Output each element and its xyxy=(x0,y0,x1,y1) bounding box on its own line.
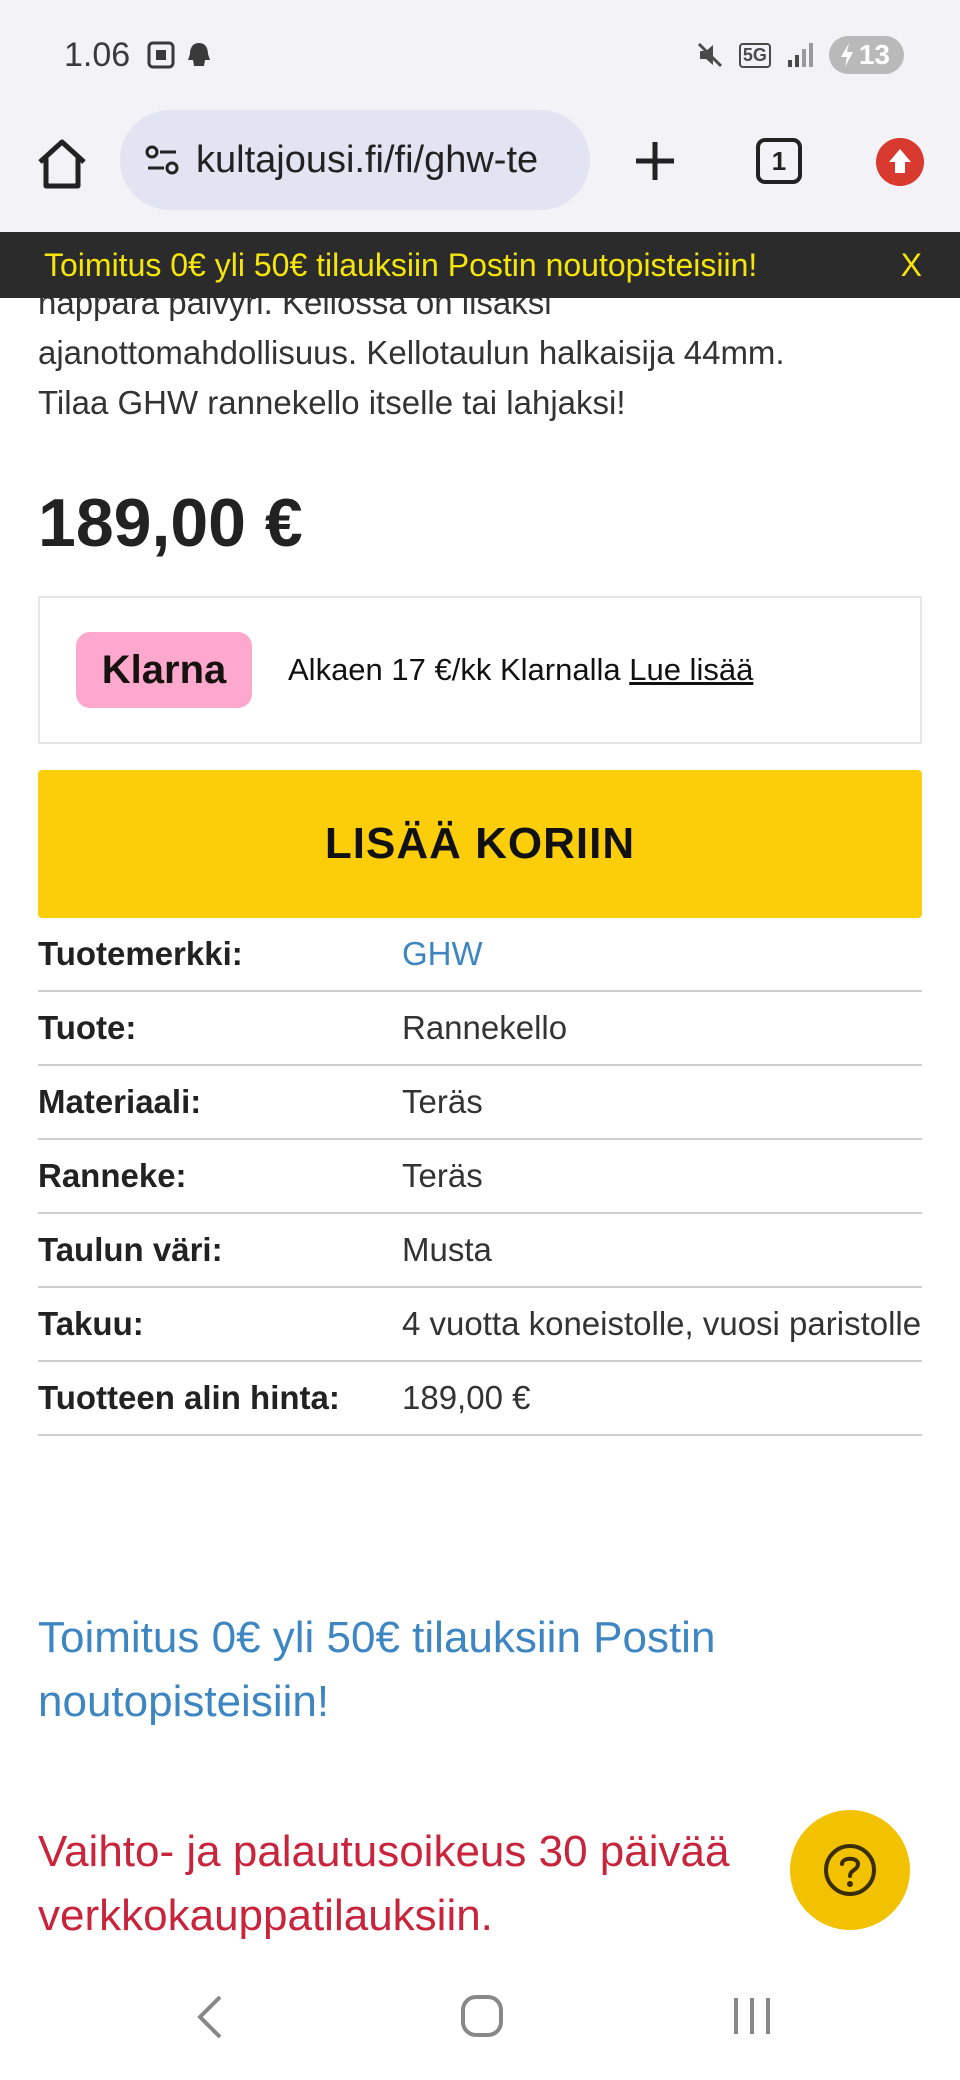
browser-toolbar: kultajousi.fi/fi/ghw-te 1 xyxy=(0,108,960,232)
network-5g-icon: 5G xyxy=(738,42,771,68)
product-price: 189,00 € xyxy=(38,485,303,561)
promo-banner-text: Toimitus 0€ yli 50€ tilauksiin Postin no… xyxy=(44,246,758,283)
status-bar: 1.06 5G 13 xyxy=(0,0,960,108)
table-row: Materiaali: Teräs xyxy=(38,1066,922,1140)
klarna-installment-text: Alkaen 17 €/kk Klarnalla xyxy=(288,652,621,687)
plus-icon[interactable] xyxy=(630,136,680,186)
brand-link[interactable]: GHW xyxy=(402,930,922,978)
klarna-box: Klarna Alkaen 17 €/kk Klarnalla Lue lisä… xyxy=(38,596,922,744)
home-nav-icon[interactable] xyxy=(460,1994,504,2038)
table-row: Tuotemerkki: GHW xyxy=(38,918,922,992)
spec-label: Tuotemerkki: xyxy=(38,935,243,972)
status-right-icons: 5G 13 xyxy=(695,36,904,74)
ghost-icon xyxy=(188,43,210,66)
question-icon xyxy=(824,1844,876,1896)
klarna-text: Alkaen 17 €/kk Klarnalla Lue lisää xyxy=(288,652,753,688)
table-row: Taulun väri: Musta xyxy=(38,1214,922,1288)
spec-value: Musta xyxy=(402,1231,492,1268)
table-row: Ranneke: Teräs xyxy=(38,1140,922,1214)
tab-count: 1 xyxy=(771,145,787,176)
status-notification-icons xyxy=(146,40,214,70)
table-row: Tuotteen alin hinta: 189,00 € xyxy=(38,1362,922,1436)
recent-apps-icon[interactable] xyxy=(730,1994,774,2038)
description-line: ajanottomahdollisuus. Kellotaulun halkai… xyxy=(38,334,785,371)
battery-level: 13 xyxy=(858,39,890,70)
status-time: 1.06 xyxy=(64,36,131,74)
spec-label: Tuote: xyxy=(38,1009,137,1046)
spec-label: Takuu: xyxy=(38,1305,144,1342)
charging-icon xyxy=(840,43,853,67)
spec-value: Teräs xyxy=(402,1083,483,1120)
returns-note: Vaihto- ja palautusoikeus 30 päivää verk… xyxy=(38,1827,730,1940)
table-row: Takuu: 4 vuotta koneistolle, vuosi paris… xyxy=(38,1288,922,1362)
help-button[interactable] xyxy=(790,1810,910,1930)
promo-close-button[interactable]: X xyxy=(901,247,922,284)
screenshot-icon xyxy=(147,41,175,69)
spec-label: Materiaali: xyxy=(38,1083,202,1120)
back-icon[interactable] xyxy=(190,1992,230,2042)
home-icon[interactable] xyxy=(34,136,90,192)
shipping-note: Toimitus 0€ yli 50€ tilauksiin Postin no… xyxy=(38,1613,716,1726)
mute-icon xyxy=(697,42,722,68)
description-line: Tilaa GHW rannekello itselle tai lahjaks… xyxy=(38,384,626,421)
tab-switcher-button[interactable]: 1 xyxy=(756,138,802,184)
table-row: Tuote: Rannekello xyxy=(38,992,922,1066)
klarna-read-more-link[interactable]: Lue lisää xyxy=(629,652,753,687)
spec-value: 4 vuotta koneistolle, vuosi paristolle xyxy=(402,1305,922,1342)
signal-icon xyxy=(787,43,813,67)
spec-value: Rannekello xyxy=(402,1009,568,1046)
address-bar[interactable]: kultajousi.fi/fi/ghw-te xyxy=(120,110,590,210)
update-arrow-icon[interactable] xyxy=(876,138,924,186)
product-spec-table: Tuotemerkki: GHW Tuote: Rannekello Mater… xyxy=(38,918,922,1436)
spec-label: Tuotteen alin hinta: xyxy=(38,1379,340,1416)
system-nav-bar xyxy=(0,1956,960,2080)
spec-label: Ranneke: xyxy=(38,1157,187,1194)
spec-value: Teräs xyxy=(402,1157,483,1194)
spec-value: 189,00 € xyxy=(402,1379,531,1416)
spec-label: Taulun väri: xyxy=(38,1231,223,1268)
add-to-cart-button[interactable]: LISÄÄ KORIIN xyxy=(38,770,922,918)
klarna-logo: Klarna xyxy=(76,632,252,708)
product-description: nappara paivyri. Kellossa on lisaksi aja… xyxy=(38,278,918,428)
site-settings-icon[interactable] xyxy=(142,140,182,180)
url-text[interactable]: kultajousi.fi/fi/ghw-te xyxy=(196,139,538,182)
battery-indicator: 13 xyxy=(828,36,904,74)
promo-banner: Toimitus 0€ yli 50€ tilauksiin Postin no… xyxy=(0,232,960,298)
